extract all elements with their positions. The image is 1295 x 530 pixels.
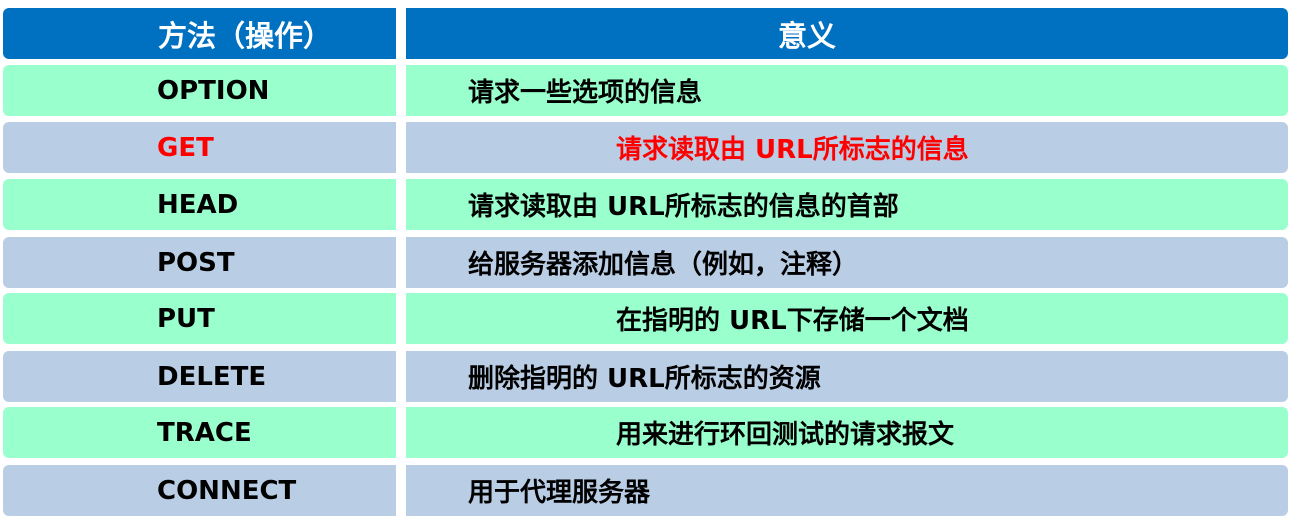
table-row: TRACE 用来进行环回测试的请求报文 (3, 407, 1288, 458)
table-row: OPTION 请求一些选项的信息 (3, 65, 1288, 116)
table-row: CONNECT 用于代理服务器 (3, 465, 1288, 516)
table-row: GET 请求读取由 URL所标志的信息 (3, 122, 1288, 173)
meaning-cell: 请求读取由 URL所标志的信息的首部 (406, 179, 1288, 230)
method-cell: POST (3, 237, 396, 288)
method-cell: CONNECT (3, 465, 396, 516)
column-header-meaning: 意义 (406, 8, 1288, 59)
method-cell: HEAD (3, 179, 396, 230)
table-header-row: 方法（操作） 意义 (3, 8, 1288, 59)
table-row: PUT 在指明的 URL下存储一个文档 (3, 293, 1288, 344)
method-cell: TRACE (3, 407, 396, 458)
method-cell: PUT (3, 293, 396, 344)
table-row: POST 给服务器添加信息（例如，注释） (3, 237, 1288, 288)
method-cell: OPTION (3, 65, 396, 116)
meaning-cell: 用来进行环回测试的请求报文 (406, 407, 1288, 458)
meaning-cell: 用于代理服务器 (406, 465, 1288, 516)
meaning-cell: 请求一些选项的信息 (406, 65, 1288, 116)
meaning-cell: 删除指明的 URL所标志的资源 (406, 351, 1288, 402)
column-header-method: 方法（操作） (3, 8, 396, 59)
table-row: HEAD 请求读取由 URL所标志的信息的首部 (3, 179, 1288, 230)
method-cell: GET (3, 122, 396, 173)
meaning-cell: 请求读取由 URL所标志的信息 (406, 122, 1288, 173)
meaning-cell: 给服务器添加信息（例如，注释） (406, 237, 1288, 288)
method-cell: DELETE (3, 351, 396, 402)
meaning-cell: 在指明的 URL下存储一个文档 (406, 293, 1288, 344)
table-row: DELETE 删除指明的 URL所标志的资源 (3, 351, 1288, 402)
